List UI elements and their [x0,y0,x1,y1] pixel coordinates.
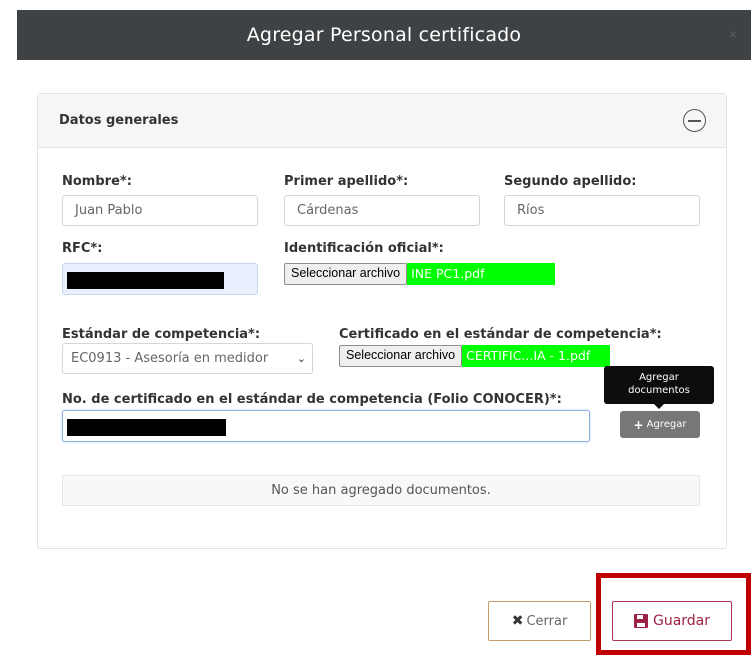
modal-title: Agregar Personal certificado [246,24,522,46]
nombre-input[interactable]: Juan Pablo [62,195,258,226]
close-icon: ✖ [511,613,524,629]
nombre-label: Nombre*: [62,174,132,189]
add-document-button[interactable]: + Agregar [620,411,700,438]
rfc-label: RFC*: [62,241,103,256]
file-name: INE PC1.pdf [407,263,556,285]
estandar-selected-value: EC0913 - Asesoría en medidor [71,351,269,366]
add-document-label: Agregar [646,419,687,430]
segundo-apellido-label: Segundo apellido: [504,174,637,189]
segundo-apellido-input[interactable]: Ríos [504,195,700,226]
estandar-select[interactable]: EC0913 - Asesoría en medidor ⌄ [62,343,313,374]
folio-label: No. de certificado en el estándar de com… [62,392,562,407]
file-name: CERTIFIC...IA - 1.pdf [462,345,611,367]
redacted-value [67,419,226,436]
estandar-label: Estándar de competencia*: [62,327,261,342]
certificado-file-input[interactable]: Seleccionar archivo CERTIFIC...IA - 1.pd… [339,345,611,367]
panel-heading: Datos generales [38,94,726,148]
tooltip-line: documentos [628,385,690,396]
panel-title: Datos generales [59,113,179,128]
certificado-label: Certificado en el estándar de competenci… [339,327,662,342]
rfc-input[interactable] [62,263,258,295]
tooltip-line: Agregar [639,372,679,383]
identificacion-label: Identificación oficial*: [284,241,444,256]
modal-header: Agregar Personal certificado × [17,10,751,60]
identificacion-file-input[interactable]: Seleccionar archivo INE PC1.pdf [284,263,556,285]
cancel-button[interactable]: ✖ Cerrar [488,601,591,641]
select-file-button[interactable]: Seleccionar archivo [284,263,408,285]
plus-icon: + [633,417,644,432]
empty-documents-message: No se han agregado documentos. [62,475,700,506]
chevron-down-icon: ⌄ [296,352,306,365]
save-button[interactable]: Guardar [612,601,732,641]
floppy-disk-icon [633,614,648,628]
tooltip-arrow [654,404,664,409]
close-icon[interactable]: × [729,26,737,42]
primer-apellido-input[interactable]: Cárdenas [284,195,480,226]
folio-input[interactable] [62,410,590,442]
minus-circle-icon[interactable] [683,109,706,132]
select-file-button[interactable]: Seleccionar archivo [339,345,463,367]
save-label: Guardar [652,613,711,629]
redacted-value [67,272,224,289]
cancel-label: Cerrar [526,613,568,629]
primer-apellido-label: Primer apellido*: [284,174,409,189]
add-documents-tooltip: Agregar documentos [604,366,714,404]
